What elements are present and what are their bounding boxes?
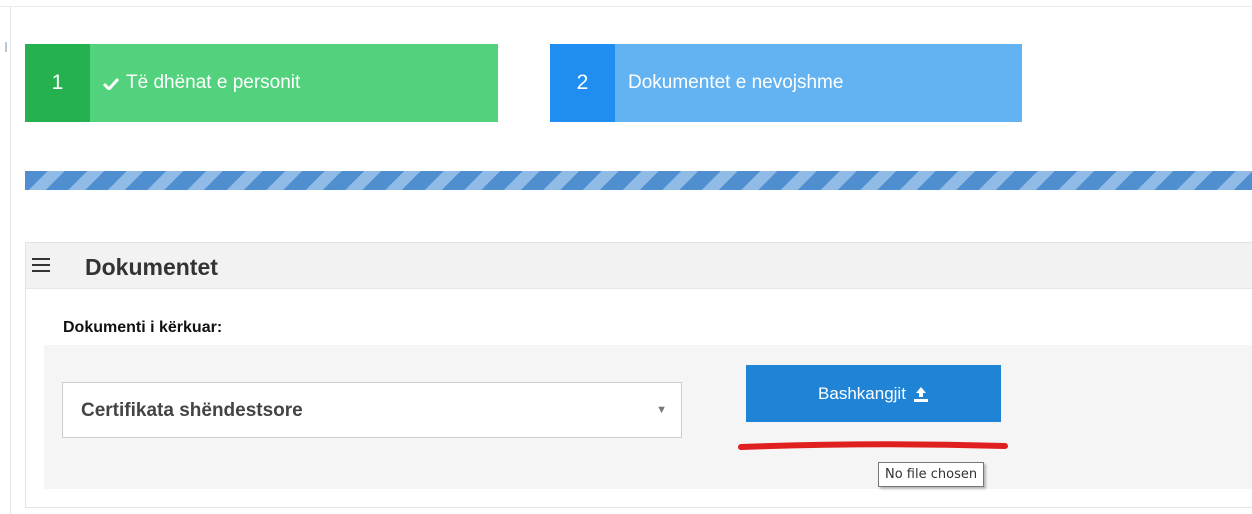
step-number: 1: [25, 44, 90, 122]
upload-icon: [913, 386, 928, 402]
selected-document: Certifikata shëndestsore: [81, 400, 303, 421]
progress-bar: [25, 171, 1252, 190]
step-label: Dokumentet e nevojshme: [628, 72, 844, 93]
attach-button-label: Bashkangjit: [818, 383, 906, 403]
required-document-label: Dokumenti i kërkuar:: [63, 319, 223, 336]
document-type-select[interactable]: Certifikata shëndestsore ▼: [62, 382, 682, 438]
check-icon: [103, 77, 119, 90]
panel-title: Dokumentet: [85, 254, 218, 280]
dropdown-arrow-icon: ▼: [656, 404, 667, 416]
attach-button[interactable]: Bashkangjit: [746, 365, 1001, 422]
documents-panel: Dokumentet Dokumenti i kërkuar: Certifik…: [25, 242, 1252, 508]
page: 1 Të dhënat e personit 2 Dokumentet e ne…: [0, 0, 1252, 514]
step-label: Të dhënat e personit: [126, 72, 301, 93]
top-divider: [0, 6, 1252, 7]
step-required-documents[interactable]: 2 Dokumentet e nevojshme: [550, 44, 1022, 122]
left-divider: [10, 6, 11, 514]
step-label-wrapper: Të dhënat e personit: [90, 44, 300, 122]
step-number: 2: [550, 44, 615, 122]
panel-header: Dokumentet: [26, 243, 1252, 289]
step-label-wrapper: Dokumentet e nevojshme: [615, 44, 843, 122]
file-tooltip: No file chosen: [878, 462, 985, 487]
red-annotation-underline: [738, 441, 1008, 450]
menu-icon[interactable]: [32, 258, 50, 272]
step-personal-data[interactable]: 1 Të dhënat e personit: [25, 44, 498, 122]
left-marker: [5, 42, 7, 52]
